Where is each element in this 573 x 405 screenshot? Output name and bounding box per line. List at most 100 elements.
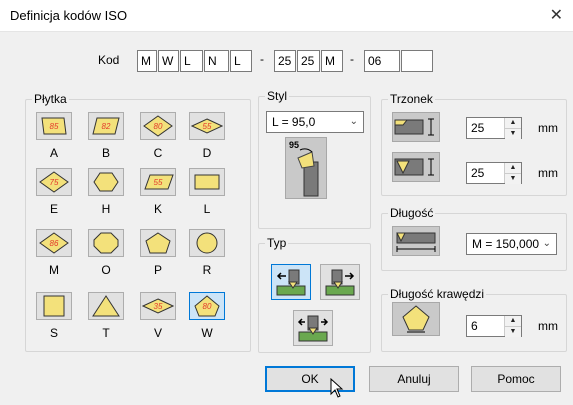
type-group-title: Typ (265, 236, 289, 250)
insert-button-m[interactable]: 86 (36, 229, 72, 257)
spin-up-icon[interactable]: ▲ (505, 163, 521, 173)
insert-button-v[interactable]: 35 (140, 292, 176, 320)
svg-text:85: 85 (50, 122, 59, 131)
turning-neutral-icon (297, 315, 329, 342)
shank-width-unit: mm (538, 166, 558, 180)
insert-parallelogram-icon: 82 (92, 117, 120, 135)
insert-label-c: C (153, 146, 163, 160)
insert-button-a[interactable]: 85 (36, 112, 72, 140)
insert-button-e[interactable]: 75 (36, 168, 72, 196)
edge-length-unit: mm (538, 319, 558, 333)
insert-button-k[interactable]: 55 (140, 168, 176, 196)
insert-label-m: M (49, 263, 59, 277)
length-select-value: M = 150,000 (472, 237, 540, 251)
insert-button-d[interactable]: 55 (189, 112, 225, 140)
code-cell-3[interactable]: L (180, 50, 203, 72)
code-label: Kod (98, 53, 120, 67)
spin-up-icon[interactable]: ▲ (505, 316, 521, 326)
insert-group-title: Płytka (32, 92, 69, 106)
insert-label-p: P (153, 263, 162, 277)
svg-text:55: 55 (154, 178, 163, 187)
svg-text:55: 55 (203, 122, 212, 131)
insert-button-h[interactable] (88, 168, 124, 196)
insert-button-l[interactable] (189, 168, 225, 196)
insert-label-k: K (153, 202, 162, 216)
insert-parallelogram-long-icon: 55 (144, 174, 174, 190)
insert-octagon-icon (93, 232, 119, 254)
chevron-down-icon: ⌄ (349, 116, 358, 127)
edge-length-spinner[interactable]: 6 ▲ ▼ (466, 315, 522, 337)
insert-button-c[interactable]: 80 (140, 112, 176, 140)
help-button[interactable]: Pomoc (471, 366, 561, 392)
mouse-cursor-icon (330, 378, 344, 398)
insert-rhombus-thin-icon: 55 (191, 118, 223, 134)
insert-trigon-icon: 80 (194, 295, 220, 317)
spin-down-icon[interactable]: ▼ (505, 128, 521, 139)
style-group-title: Styl (265, 89, 290, 103)
insert-triangle-icon (92, 295, 120, 317)
shank-side-icon (394, 118, 434, 136)
shank-height-spinner[interactable]: 25 ▲ ▼ (466, 117, 522, 139)
insert-button-o[interactable] (88, 229, 124, 257)
type-left-button[interactable] (320, 264, 360, 300)
insert-label-v: V (153, 326, 162, 340)
code-cell-1[interactable]: M (137, 50, 157, 72)
style-diagram: 95 (285, 137, 327, 199)
insert-button-p[interactable] (140, 229, 176, 257)
spin-down-icon[interactable]: ▼ (505, 173, 521, 184)
insert-label-d: D (202, 146, 212, 160)
insert-label-w: W (201, 326, 213, 340)
insert-circle-icon (196, 232, 218, 254)
insert-label-a: A (49, 146, 58, 160)
insert-rhombus-thin-icon: 35 (142, 298, 174, 314)
shank-height-unit: mm (538, 121, 558, 135)
title-bar: Definicja kodów ISO ✕ (0, 0, 573, 32)
code-separator-2: - (350, 52, 354, 66)
type-neutral-button[interactable] (293, 310, 333, 346)
insert-label-b: B (101, 146, 110, 160)
close-icon[interactable]: ✕ (550, 5, 563, 25)
insert-button-t[interactable] (88, 292, 124, 320)
insert-button-s[interactable] (36, 292, 72, 320)
shank-group-title: Trzonek (388, 92, 435, 106)
insert-label-r: R (202, 263, 212, 277)
insert-rhombus-icon: 86 (39, 232, 69, 254)
style-select[interactable]: L = 95,0 ⌄ (266, 111, 364, 133)
insert-label-s: S (49, 326, 58, 340)
tool-length-icon (396, 232, 436, 252)
svg-text:80: 80 (203, 302, 212, 311)
insert-parallelogram-square-icon: 85 (41, 117, 67, 135)
code-cell-9[interactable]: 06 (364, 50, 400, 72)
code-cell-10[interactable] (401, 50, 433, 72)
cancel-button[interactable]: Anuluj (369, 366, 459, 392)
spin-down-icon[interactable]: ▼ (505, 326, 521, 337)
insert-label-o: O (101, 263, 111, 277)
code-cell-2[interactable]: W (158, 50, 179, 72)
shank-front-icon (394, 158, 434, 176)
insert-label-h: H (101, 202, 111, 216)
window-title: Definicja kodów ISO (10, 8, 128, 23)
insert-rhombus-icon: 80 (143, 115, 173, 137)
shank-width-spinner[interactable]: 25 ▲ ▼ (466, 162, 522, 184)
code-cell-6[interactable]: 25 (274, 50, 296, 72)
spin-up-icon[interactable]: ▲ (505, 118, 521, 128)
type-right-button[interactable] (271, 264, 311, 300)
insert-label-e: E (49, 202, 58, 216)
code-cell-4[interactable]: N (204, 50, 229, 72)
insert-button-w[interactable]: 80 (189, 292, 225, 320)
edge-length-diagram (392, 302, 440, 336)
code-cell-8[interactable]: M (321, 50, 343, 72)
insert-button-b[interactable]: 82 (88, 112, 124, 140)
code-cell-7[interactable]: 25 (297, 50, 320, 72)
length-diagram (392, 226, 440, 256)
svg-text:80: 80 (154, 122, 163, 131)
shank-height-value: 25 (471, 121, 485, 135)
edge-length-group-title: Długość krawędzi (388, 287, 487, 301)
chevron-down-icon: ⌄ (542, 238, 551, 249)
insert-button-r[interactable] (189, 229, 225, 257)
code-cell-5[interactable]: L (230, 50, 252, 72)
insert-pentagon-icon (145, 232, 171, 254)
shank-height-diagram (392, 112, 440, 142)
style-select-value: L = 95,0 (272, 115, 316, 129)
length-select[interactable]: M = 150,000 ⌄ (466, 233, 557, 255)
